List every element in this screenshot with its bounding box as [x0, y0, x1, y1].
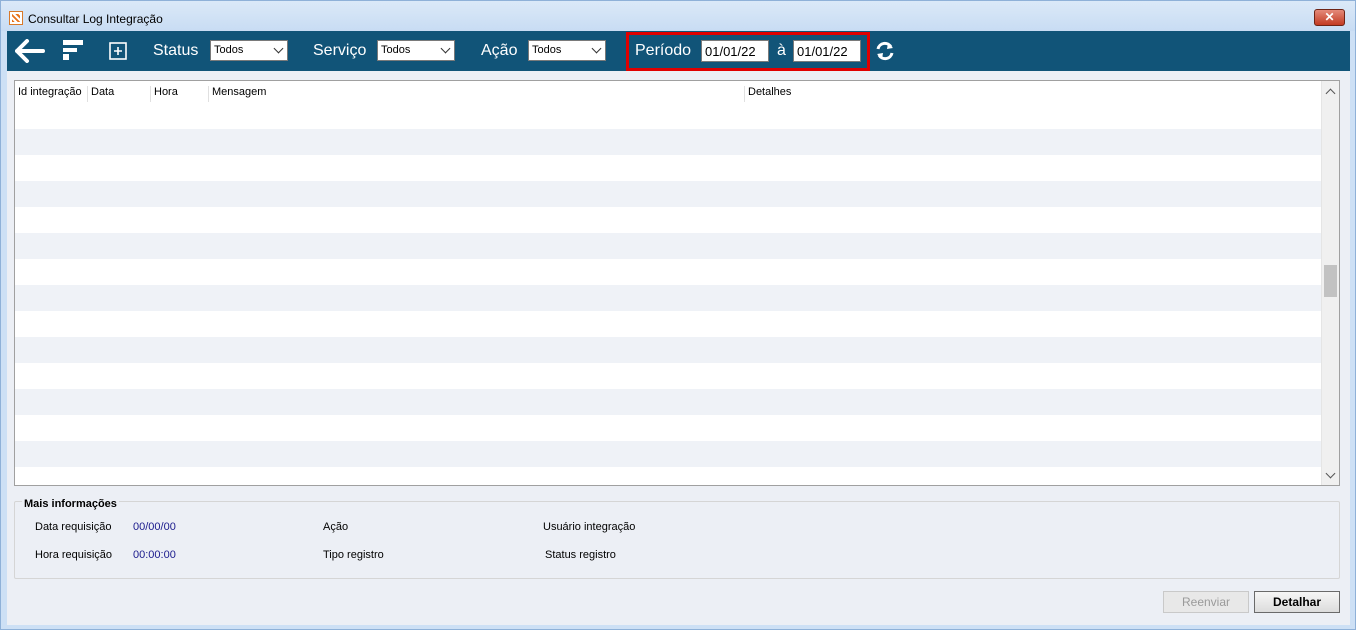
table-row[interactable] — [15, 389, 1322, 415]
column-header-hora[interactable]: Hora — [150, 86, 178, 102]
table-row[interactable] — [15, 181, 1322, 207]
column-header-data[interactable]: Data — [87, 86, 114, 102]
main-window: Consultar Log Integração ✕ Status Todos … — [0, 0, 1356, 630]
periodo-separator: à — [777, 42, 786, 59]
app-icon — [9, 11, 23, 25]
table-row[interactable] — [15, 259, 1322, 285]
scroll-up-icon[interactable] — [1325, 88, 1336, 99]
usuario-integracao-label: Usuário integração — [543, 521, 636, 533]
periodo-label: Período — [635, 42, 692, 59]
toolbar: Status Todos Serviço Todos Ação Todos Pe… — [7, 31, 1350, 71]
close-button[interactable]: ✕ — [1314, 9, 1345, 26]
periodo-from-input[interactable]: 01/01/22 — [701, 40, 769, 62]
data-requisicao-label: Data requisição — [35, 521, 112, 533]
column-header-detalhes[interactable]: Detalhes — [744, 86, 791, 102]
table-row[interactable] — [15, 441, 1322, 467]
table-row[interactable] — [15, 155, 1322, 181]
button-bar — [7, 581, 1350, 625]
log-grid[interactable]: Id integração Data Hora Mensagem Detalhe… — [14, 80, 1340, 486]
servico-select[interactable]: Todos — [377, 40, 455, 61]
reenviar-button[interactable]: Reenviar — [1163, 591, 1249, 613]
status-select-value: Todos — [214, 44, 244, 56]
table-row[interactable] — [15, 103, 1322, 129]
tipo-registro-label: Tipo registro — [323, 549, 384, 561]
status-label: Status — [153, 42, 199, 59]
acao-select[interactable]: Todos — [528, 40, 606, 61]
info-groupbox: Mais informações Data requisição 00/00/0… — [14, 498, 1340, 579]
acao-label: Ação — [481, 42, 518, 59]
grid-rows — [15, 103, 1322, 485]
scroll-thumb[interactable] — [1324, 265, 1337, 297]
info-title: Mais informações — [22, 498, 119, 510]
table-row[interactable] — [15, 207, 1322, 233]
data-requisicao-value: 00/00/00 — [133, 521, 176, 533]
chevron-down-icon — [273, 43, 284, 54]
table-row[interactable] — [15, 337, 1322, 363]
table-row[interactable] — [15, 285, 1322, 311]
hora-requisicao-label: Hora requisição — [35, 549, 113, 561]
table-row[interactable] — [15, 415, 1322, 441]
refresh-icon[interactable] — [874, 40, 896, 65]
acao-info-label: Ação — [323, 521, 349, 533]
servico-label: Serviço — [313, 42, 367, 59]
table-row[interactable] — [15, 129, 1322, 155]
status-registro-label: Status registro — [545, 549, 616, 561]
acao-select-value: Todos — [532, 44, 562, 56]
filter-icon[interactable] — [62, 39, 84, 64]
table-row[interactable] — [15, 311, 1322, 337]
table-row[interactable] — [15, 363, 1322, 389]
detalhar-button[interactable]: Detalhar — [1254, 591, 1340, 613]
title-bar: Consultar Log Integração ✕ — [1, 1, 1355, 31]
column-header-mensagem[interactable]: Mensagem — [208, 86, 266, 102]
scroll-down-icon[interactable] — [1325, 468, 1336, 479]
column-header-id[interactable]: Id integração — [15, 86, 82, 102]
chevron-down-icon — [591, 43, 602, 54]
status-select[interactable]: Todos — [210, 40, 288, 61]
add-icon[interactable] — [109, 42, 127, 63]
table-row[interactable] — [15, 467, 1322, 485]
back-arrow-icon[interactable] — [15, 39, 45, 66]
window-title: Consultar Log Integração — [28, 12, 163, 26]
servico-select-value: Todos — [381, 44, 411, 56]
vertical-scrollbar[interactable] — [1321, 81, 1339, 485]
chevron-down-icon — [440, 43, 451, 54]
table-row[interactable] — [15, 233, 1322, 259]
hora-requisicao-value: 00:00:00 — [133, 549, 176, 561]
periodo-to-input[interactable]: 01/01/22 — [793, 40, 861, 62]
grid-header: Id integração Data Hora Mensagem Detalhe… — [15, 81, 1322, 105]
